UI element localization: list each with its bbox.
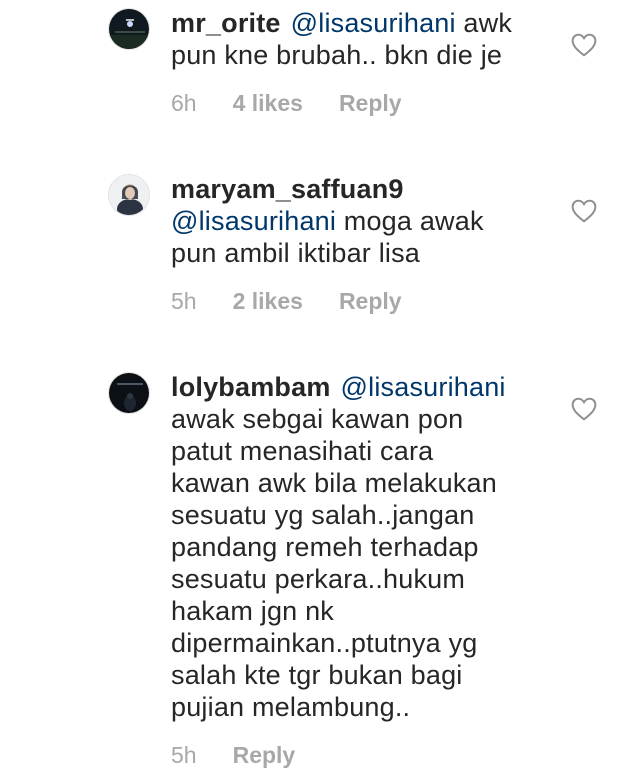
heart-outline-icon[interactable]	[571, 397, 597, 421]
comment-text: lolybambam @lisasurihani awak sebgai kawa…	[171, 371, 551, 723]
heart-outline-icon[interactable]	[571, 199, 597, 223]
dark-night-photo-icon	[109, 373, 149, 413]
comment-mention[interactable]: @lisasurihani	[291, 8, 456, 38]
comment-username[interactable]: maryam_saffuan9	[171, 174, 404, 204]
comment-likes-count[interactable]: 4 likes	[233, 90, 303, 117]
comment-text: maryam_saffuan9 @lisasurihani moga awak p…	[171, 173, 551, 269]
comment-mention[interactable]: @lisasurihani	[171, 206, 336, 236]
night-street-photo-icon	[109, 9, 149, 49]
comment-meta: 6h 4 likes Reply	[171, 90, 402, 117]
comment-text: mr_orite @lisasurihani awk pun kne brubah…	[171, 7, 551, 71]
comment-timestamp: 6h	[171, 90, 197, 116]
comment-meta: 5h 2 likes Reply	[171, 288, 402, 315]
avatar[interactable]	[108, 8, 150, 50]
hijab-portrait-photo-icon	[109, 175, 149, 215]
comment-timestamp: 5h	[171, 288, 197, 314]
heart-outline-icon[interactable]	[571, 33, 597, 57]
comment-timestamp: 5h	[171, 742, 197, 768]
reply-button[interactable]: Reply	[339, 90, 402, 117]
reply-button[interactable]: Reply	[339, 288, 402, 315]
comment-username[interactable]: mr_orite	[171, 8, 281, 38]
comment-likes-count[interactable]: 2 likes	[233, 288, 303, 315]
avatar[interactable]	[108, 372, 150, 414]
comment-meta: 5h Reply	[171, 742, 295, 769]
comment-mention[interactable]: @lisasurihani	[341, 372, 506, 402]
comment-username[interactable]: lolybambam	[171, 372, 331, 402]
avatar[interactable]	[108, 174, 150, 216]
reply-button[interactable]: Reply	[233, 742, 296, 769]
comment-body: awak sebgai kawan pon patut menasihati c…	[171, 404, 497, 722]
